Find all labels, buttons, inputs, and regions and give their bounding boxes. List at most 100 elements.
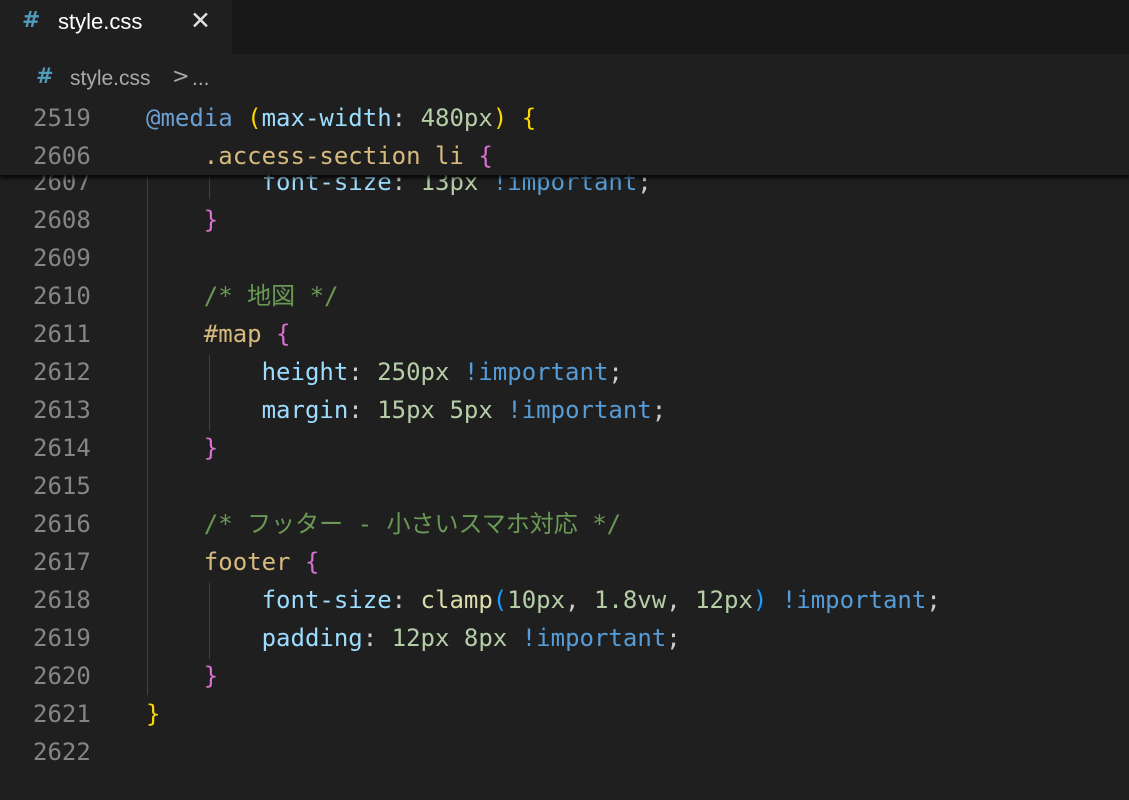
code-text: .access-section li { — [146, 137, 493, 175]
code-text: } — [146, 695, 160, 733]
code-token: margin — [261, 396, 349, 424]
code-token: font-size — [261, 586, 392, 614]
line-number: 2622 — [33, 738, 91, 766]
css-hash-icon: # — [36, 64, 54, 88]
line-number: 2617 — [33, 548, 91, 576]
code-line[interactable]: 2619 padding: 12px 8px !important; — [0, 619, 1129, 657]
line-number: 2610 — [33, 282, 91, 310]
line-number: 2612 — [33, 358, 91, 386]
code-line[interactable]: 2613 margin: 15px 5px !important; — [0, 391, 1129, 429]
code-line[interactable]: 2615 — [0, 467, 1129, 505]
code-line[interactable]: 2618 font-size: clamp(10px, 1.8vw, 12px)… — [0, 581, 1129, 619]
code-token: @media — [146, 104, 233, 132]
tab-style-css[interactable]: # style.css ✕ — [0, 0, 232, 54]
code-text: } — [146, 429, 218, 467]
line-number: 2620 — [33, 662, 91, 690]
code-token: : — [362, 624, 392, 652]
code-line[interactable]: 2612 height: 250px !important; — [0, 353, 1129, 391]
code-text: } — [146, 657, 218, 695]
line-number: 2618 — [33, 586, 91, 614]
line-number: 2616 — [33, 510, 91, 538]
code-line[interactable]: 2621} — [0, 695, 1129, 733]
code-token: footer — [203, 548, 291, 576]
line-number: 2608 — [33, 206, 91, 234]
code-token: #map — [203, 320, 262, 348]
code-token: 250px — [377, 358, 450, 386]
code-token: height — [261, 358, 349, 386]
code-token: : — [391, 104, 421, 132]
code-token: 12px — [695, 586, 753, 614]
code-token: 8px — [463, 624, 508, 652]
code-token: : — [348, 396, 378, 424]
code-token: ) — [492, 104, 508, 132]
code-line[interactable]: 2614 } — [0, 429, 1129, 467]
sticky-scroll[interactable]: 2519 @media (max-width: 480px) {2606 .acc… — [0, 99, 1129, 175]
code-token: !important — [521, 624, 667, 652]
code-line[interactable]: 2616 /* フッター - 小さいスマホ対応 */ — [0, 505, 1129, 543]
line-number: 2615 — [33, 472, 91, 500]
css-hash-icon: # — [22, 8, 41, 33]
line-number: 2611 — [33, 320, 91, 348]
code-token: } — [146, 700, 161, 728]
code-token: 15px — [377, 396, 435, 424]
code-line[interactable]: 2620 } — [0, 657, 1129, 695]
code-token: clamp — [420, 586, 493, 614]
code-token: max-width — [261, 104, 392, 132]
code-token: 5px — [449, 396, 493, 424]
code-editor[interactable]: 2519 @media (max-width: 480px) {2606 .acc… — [0, 99, 1129, 800]
code-token: : — [348, 358, 378, 386]
code-text: font-size: clamp(10px, 1.8vw, 12px) !imp… — [146, 581, 941, 619]
code-line[interactable]: 2610 /* 地図 */ — [0, 277, 1129, 315]
code-line[interactable]: 2606 .access-section li { — [0, 137, 1129, 175]
code-token: } — [203, 434, 219, 462]
code-text: margin: 15px 5px !important; — [146, 391, 667, 429]
code-token: !important — [507, 396, 652, 424]
code-line[interactable]: 2617 footer { — [0, 543, 1129, 581]
code-token: , — [666, 586, 696, 614]
code-line[interactable]: 2519 @media (max-width: 480px) { — [0, 99, 1129, 137]
code-token: ( — [247, 104, 262, 132]
code-line[interactable]: 2609 — [0, 239, 1129, 277]
code-token: ; — [608, 358, 623, 386]
breadcrumb-more[interactable]: ... — [192, 67, 210, 91]
code-token: : — [391, 586, 421, 614]
code-token: , — [565, 586, 594, 614]
code-token: ( — [492, 586, 508, 614]
line-number: 2614 — [33, 434, 91, 462]
code-text: footer { — [146, 543, 320, 581]
code-line[interactable]: 2611 #map { — [0, 315, 1129, 353]
breadcrumb-file[interactable]: style.css — [70, 67, 151, 91]
line-number: 2619 — [33, 624, 91, 652]
code-token: 480px — [420, 104, 493, 132]
code-token: { — [521, 104, 537, 132]
code-token: 10px — [507, 586, 566, 614]
code-token: { — [276, 320, 291, 348]
chevron-right-icon: > — [172, 64, 190, 88]
code-token: ; — [666, 624, 681, 652]
breadcrumb: # style.css > ... — [0, 60, 1129, 96]
code-token: /* 地図 */ — [203, 282, 339, 310]
code-text: /* フッター - 小さいスマホ対応 */ — [146, 505, 621, 543]
line-number: 2519 — [33, 104, 91, 132]
code-line[interactable]: 2622 — [0, 733, 1129, 771]
indent-guide — [147, 175, 148, 695]
code-token: 1.8vw — [593, 586, 667, 614]
close-icon[interactable]: ✕ — [190, 6, 211, 35]
code-line[interactable]: 2608 } — [0, 201, 1129, 239]
